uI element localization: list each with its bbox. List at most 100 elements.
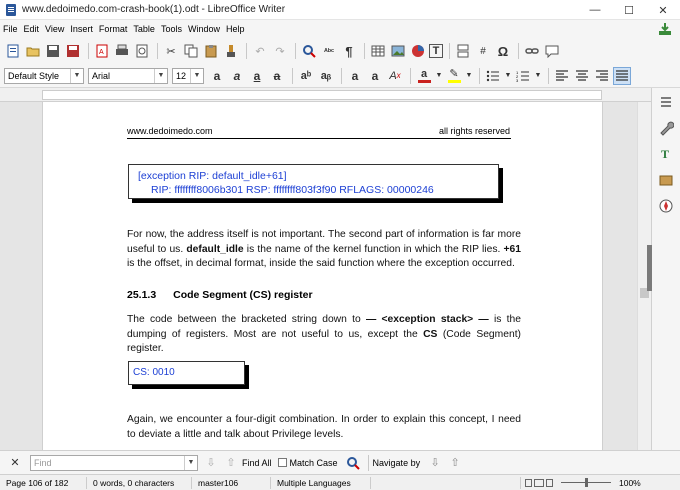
chevron-down-icon[interactable]: ▼: [465, 67, 473, 85]
bullet-list-icon[interactable]: [484, 67, 502, 85]
formatting-marks-icon[interactable]: ¶: [340, 42, 358, 60]
menu-format[interactable]: Format: [96, 24, 131, 34]
align-center-icon[interactable]: [573, 67, 591, 85]
clear-formatting-icon[interactable]: Ax: [386, 67, 404, 85]
paste-icon[interactable]: [202, 42, 220, 60]
open-folder-icon[interactable]: [24, 42, 42, 60]
redo-icon[interactable]: ↷: [271, 42, 289, 60]
maximize-button[interactable]: ☐: [612, 0, 646, 20]
numbered-list-icon[interactable]: 123: [514, 67, 532, 85]
find-replace-icon[interactable]: [300, 42, 318, 60]
insert-field-icon[interactable]: #: [474, 42, 492, 60]
status-page[interactable]: Page 106 of 182: [0, 476, 87, 489]
navigate-up-icon[interactable]: ⇧: [446, 454, 464, 472]
close-find-icon[interactable]: ✕: [6, 454, 24, 472]
gallery-icon[interactable]: [656, 170, 676, 190]
styles-icon[interactable]: T: [656, 144, 676, 164]
match-case-checkbox[interactable]: [277, 458, 287, 467]
paragraph-style-combo[interactable]: Default Style ▼: [4, 67, 84, 84]
status-page-style[interactable]: master106: [192, 476, 271, 489]
special-character-icon[interactable]: Ω: [494, 42, 512, 60]
highlight-color-icon[interactable]: ✎: [445, 67, 463, 85]
print-preview-icon[interactable]: [133, 42, 151, 60]
insert-textbox-icon[interactable]: T: [429, 44, 443, 58]
menu-table[interactable]: Table: [130, 24, 158, 34]
find-input[interactable]: Find ▼: [30, 454, 198, 471]
comment-icon[interactable]: [543, 42, 561, 60]
italic-icon[interactable]: a: [228, 67, 246, 85]
sidebar-menu-icon[interactable]: [656, 92, 676, 112]
chevron-down-icon[interactable]: ▼: [154, 68, 167, 83]
find-previous-icon[interactable]: ⇧: [222, 454, 240, 472]
properties-wrench-icon[interactable]: [656, 118, 676, 138]
new-document-icon[interactable]: [4, 42, 22, 60]
horizontal-ruler[interactable]: [0, 88, 651, 102]
svg-text:T: T: [661, 147, 669, 161]
clone-formatting-icon[interactable]: [222, 42, 240, 60]
chevron-down-icon[interactable]: ▼: [435, 67, 443, 85]
superscript-icon[interactable]: aᵇ: [297, 67, 315, 85]
menu-view[interactable]: View: [42, 24, 67, 34]
status-spacer: [371, 476, 521, 489]
menu-edit[interactable]: Edit: [21, 24, 43, 34]
chevron-down-icon[interactable]: ▼: [184, 455, 197, 470]
hyperlink-icon[interactable]: [523, 42, 541, 60]
insert-image-icon[interactable]: [389, 42, 407, 60]
align-left-icon[interactable]: [553, 67, 571, 85]
justify-icon[interactable]: [613, 66, 631, 85]
toolbar-separator: [364, 43, 365, 59]
print-icon[interactable]: [113, 42, 131, 60]
view-layout-icon[interactable]: [525, 478, 553, 487]
export-pdf-icon[interactable]: A: [93, 42, 111, 60]
zoom-slider[interactable]: [561, 478, 611, 487]
document-page[interactable]: www.dedoimedo.com all rights reserved [e…: [42, 102, 603, 450]
shadow-icon[interactable]: a: [346, 67, 364, 85]
align-right-icon[interactable]: [593, 67, 611, 85]
para1-text: is the name of the kernel function in wh…: [243, 243, 504, 255]
para1-text: is the offset, in decimal format, inside…: [127, 258, 515, 269]
menu-file[interactable]: File: [0, 24, 21, 34]
strikethrough-icon[interactable]: a: [268, 67, 286, 85]
status-word-count[interactable]: 0 words, 0 characters: [87, 476, 192, 489]
insert-chart-icon[interactable]: [409, 42, 427, 60]
spelling-icon[interactable]: ᴬᵇᶜ: [320, 42, 338, 60]
find-next-icon[interactable]: ⇩: [202, 454, 220, 472]
find-replace-icon[interactable]: [344, 454, 362, 472]
insert-table-icon[interactable]: [369, 42, 387, 60]
sidebar-collapse-handle[interactable]: [647, 245, 652, 291]
chevron-down-icon[interactable]: ▼: [534, 67, 542, 85]
navigator-icon[interactable]: [656, 196, 676, 216]
chevron-down-icon[interactable]: ▼: [70, 68, 83, 83]
undo-icon[interactable]: ↶: [251, 42, 269, 60]
font-size-value: 12: [176, 70, 187, 81]
outline-icon[interactable]: a: [366, 67, 384, 85]
save-remote-icon[interactable]: [64, 42, 82, 60]
menu-tools[interactable]: Tools: [158, 24, 185, 34]
navigate-down-icon[interactable]: ⇩: [426, 454, 444, 472]
status-zoom[interactable]: 100%: [619, 478, 641, 488]
save-icon[interactable]: [44, 42, 62, 60]
minimize-button[interactable]: —: [578, 0, 612, 20]
menu-insert[interactable]: Insert: [67, 24, 96, 34]
copy-icon[interactable]: [182, 42, 200, 60]
status-language[interactable]: Multiple Languages: [271, 476, 371, 489]
subscript-icon[interactable]: aᵦ: [317, 67, 335, 85]
find-all-button[interactable]: Find All: [242, 458, 272, 468]
menu-window[interactable]: Window: [185, 24, 223, 34]
page-break-icon[interactable]: [454, 42, 472, 60]
font-name-combo[interactable]: Arial ▼: [88, 67, 168, 84]
cut-icon[interactable]: ✂: [162, 42, 180, 60]
bold-icon[interactable]: a: [208, 67, 226, 85]
font-size-combo[interactable]: 12 ▼: [172, 67, 204, 84]
menu-help[interactable]: Help: [223, 24, 248, 34]
code-line-2: RIP: ffffffff8006b301 RSP: ffffffff803f3…: [151, 184, 434, 196]
close-button[interactable]: ✕: [646, 0, 680, 20]
toolbar-separator: [518, 43, 519, 59]
underline-icon[interactable]: a: [248, 67, 266, 85]
find-placeholder: Find: [34, 457, 52, 468]
font-color-icon[interactable]: a: [415, 67, 433, 85]
download-update-icon[interactable]: [658, 22, 672, 36]
chevron-down-icon[interactable]: ▼: [504, 67, 512, 85]
chevron-down-icon[interactable]: ▼: [190, 68, 203, 83]
zoom-slider-thumb[interactable]: [585, 478, 588, 487]
